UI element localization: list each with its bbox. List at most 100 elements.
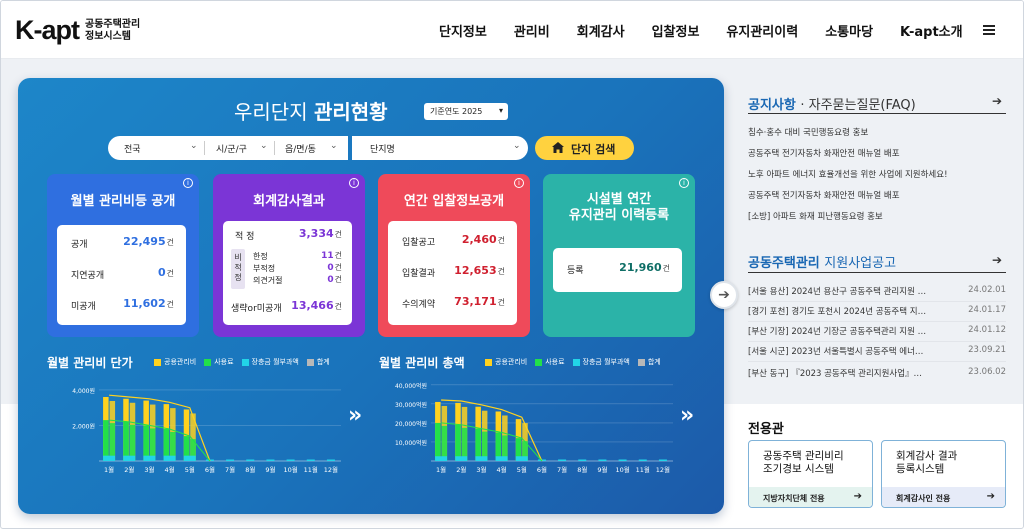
bar-usage-fee-2	[129, 424, 136, 461]
maint-card-title: 시설별 연간 유지관리 이력등록	[568, 192, 670, 223]
audit-sub-label: 부적정	[253, 264, 276, 273]
fee-row-label: 지연공개	[71, 271, 105, 281]
audit-sub-value: 11건	[321, 251, 342, 261]
support-more-arrow-icon[interactable]: ➔	[992, 253, 1002, 267]
bid-card-body: 입찰공고 2,460건 입찰결과 12,653건 수의계약 73,171건	[388, 221, 517, 325]
double-chevron-right-icon[interactable]: »	[680, 403, 694, 428]
logo-sub-line1: 공동주택관리	[85, 18, 141, 30]
legend-item[interactable]: 합계	[637, 357, 661, 367]
notice-item[interactable]: [소방] 아파트 화재 피난행동요령 홍보	[748, 210, 1006, 222]
fee-card-body: 공개 22,495건 지연공개 0건 미공개 11,602건	[57, 225, 186, 325]
page-frame: K-apt 공동주택관리 정보시스템 단지정보 관리비 회계감사 입찰정보 유지…	[0, 0, 1024, 529]
info-icon[interactable]: i	[183, 178, 193, 188]
bar-reserve-fee	[495, 456, 508, 461]
filter-town[interactable]: 읍/면/동	[285, 142, 316, 155]
notice-item[interactable]: 공동주택 전기자동차 화재안전 매뉴얼 배포	[748, 189, 1006, 201]
support-item[interactable]: [부산 동구] 『2023 공동주택 관리지원사업』… 23.06.02	[748, 367, 1006, 384]
logo[interactable]: K-apt 공동주택관리 정보시스템	[15, 15, 140, 46]
filter-city[interactable]: 시/군/구	[216, 142, 247, 155]
legend-item[interactable]: 합계	[306, 357, 330, 367]
tab-notices[interactable]: 공지사항	[748, 98, 796, 113]
notice-item[interactable]: 노후 아파트 에너지 효율개선을 위한 사업에 지원하세요!	[748, 168, 1006, 180]
notice-item[interactable]: 침수·홍수 대비 국민행동요령 홍보	[748, 126, 1006, 138]
legend-item[interactable]: 사용료	[204, 357, 234, 367]
bar-empty	[266, 459, 275, 461]
legend-item[interactable]: 장충금 월부과액	[572, 357, 630, 367]
x-tick-label: 6월	[205, 465, 215, 474]
nav-bid-info[interactable]: 입찰정보	[652, 21, 700, 40]
info-icon[interactable]: i	[349, 178, 359, 188]
notice-item[interactable]: 공동주택 전기자동차 화재안전 매뉴얼 배포	[748, 147, 1006, 159]
card-name: 공동주택 관리비리 조기경보 시스템	[763, 450, 844, 475]
region-filter-bar: 전국 ⌄ 시/군/구 ⌄ 읍/면/동 ⌄ 단지명 ⌄	[108, 136, 528, 160]
panel-title: 우리단지 관리현황	[234, 96, 388, 125]
bar-usage-fee	[123, 421, 129, 461]
x-tick-label: 2월	[456, 465, 466, 474]
fee-row-label: 공개	[71, 240, 88, 250]
support-item[interactable]: [서울 용산] 2024년 용산구 공동주택 관리지원 … 24.02.01	[748, 285, 1006, 302]
logo-subtitle: 공동주택관리 정보시스템	[85, 19, 140, 43]
x-tick-label: 5월	[185, 465, 195, 474]
nav-about[interactable]: K-apt소개	[900, 21, 963, 40]
notice-more-arrow-icon[interactable]: ➔	[992, 94, 1002, 108]
x-tick-label: 11월	[304, 465, 318, 474]
nav-audit[interactable]: 회계감사	[577, 21, 625, 40]
early-warning-system-card[interactable]: 공동주택 관리비리 조기경보 시스템 지방자치단체 전용 ➔	[748, 440, 873, 508]
year-select-value: 기준연도 2025	[430, 107, 483, 116]
bar-reserve-fee	[143, 455, 156, 461]
audit-registration-system-card[interactable]: 회계감사 결과 등록시스템 회계감사인 전용 ➔	[881, 440, 1006, 508]
nav-complex-info[interactable]: 단지정보	[439, 21, 487, 40]
maintenance-history-card[interactable]: i 시설별 연간 유지관리 이력등록 등록 21,960건	[543, 174, 695, 337]
bar-reserve-fee	[515, 456, 528, 461]
x-tick-label: 9월	[597, 465, 607, 474]
audit-result-card[interactable]: i 회계감사결과 적 정 3,334건 비적정 한정 11건 부적정 0건 의견…	[213, 174, 365, 337]
filter-province[interactable]: 전국	[124, 142, 141, 155]
x-tick-label: 12월	[324, 465, 338, 474]
x-tick-label: 2월	[124, 465, 134, 474]
bid-info-card[interactable]: i 연간 입찰정보공개 입찰공고 2,460건 입찰결과 12,653건 수의계…	[378, 174, 530, 337]
legend-item[interactable]: 공용관리비	[485, 357, 527, 367]
main-nav: 단지정보 관리비 회계감사 입찰정보 유지관리이력 소통마당 K-apt소개	[439, 21, 990, 40]
info-icon[interactable]: i	[514, 178, 524, 188]
hamburger-menu-icon[interactable]	[983, 25, 995, 35]
chart-legend: 공용관리비 사용료 장충금 월부과액 합계	[154, 357, 338, 367]
audit-sub-label: 의견거절	[253, 276, 283, 285]
complex-search-button[interactable]: 단지 검색	[535, 136, 634, 160]
x-tick-label: 7월	[225, 465, 235, 474]
bar-usage-fee	[103, 420, 109, 461]
next-arrow-button[interactable]: ➔	[710, 281, 738, 309]
bid-row-value: 12,653건	[454, 264, 505, 277]
legend-item[interactable]: 사용료	[535, 357, 565, 367]
audit-omit-value: 13,466건	[291, 299, 342, 312]
y-tick-label: 30,000억원	[395, 401, 427, 409]
support-item[interactable]: [경기 포천] 경기도 포천시 2024년 공동주택 지… 24.01.17	[748, 305, 1006, 322]
support-item[interactable]: [서울 시군] 2023년 서울특별시 공동주택 에너… 23.09.21	[748, 345, 1006, 362]
notice-section-title: 공지사항 · 자주묻는질문(FAQ)	[748, 98, 916, 113]
arrow-right-icon: ➔	[853, 491, 862, 502]
info-icon[interactable]: i	[679, 178, 689, 188]
nav-community[interactable]: 소통마당	[825, 21, 873, 40]
panel-title-bold: 관리현황	[313, 100, 388, 124]
year-select[interactable]: 기준연도 2025 ▾	[424, 103, 508, 120]
bid-row-label: 입찰공고	[402, 238, 436, 248]
x-tick-label: 3월	[476, 465, 486, 474]
bar-reserve-fee	[475, 456, 488, 461]
panel-title-light: 우리단지	[234, 100, 308, 124]
legend-item[interactable]: 장충금 월부과액	[241, 357, 299, 367]
double-chevron-right-icon[interactable]: »	[348, 403, 362, 428]
bar-usage-fee	[455, 424, 461, 461]
bid-row-value: 73,171건	[454, 295, 505, 308]
support-item[interactable]: [부산 기장] 2024년 기장군 공동주택관리 지원 … 24.01.12	[748, 325, 1006, 342]
bar-usage-fee-2	[109, 423, 116, 461]
audit-non-proper-label: 비적정	[231, 249, 245, 289]
fee-row-label: 미공개	[71, 302, 96, 312]
filter-complex-name[interactable]: 단지명	[370, 142, 395, 155]
bar-empty	[638, 459, 647, 461]
tab-faq[interactable]: 자주묻는질문(FAQ)	[809, 98, 916, 113]
audit-sub-value: 0건	[327, 275, 342, 285]
nav-maintenance-history[interactable]: 유지관리이력	[726, 21, 798, 40]
fee-disclosure-card[interactable]: i 월별 관리비등 공개 공개 22,495건 지연공개 0건 미공개 11,6…	[47, 174, 199, 337]
nav-management-fee[interactable]: 관리비	[514, 21, 550, 40]
legend-item[interactable]: 공용관리비	[154, 357, 196, 367]
bar-usage-fee-2	[461, 427, 468, 461]
